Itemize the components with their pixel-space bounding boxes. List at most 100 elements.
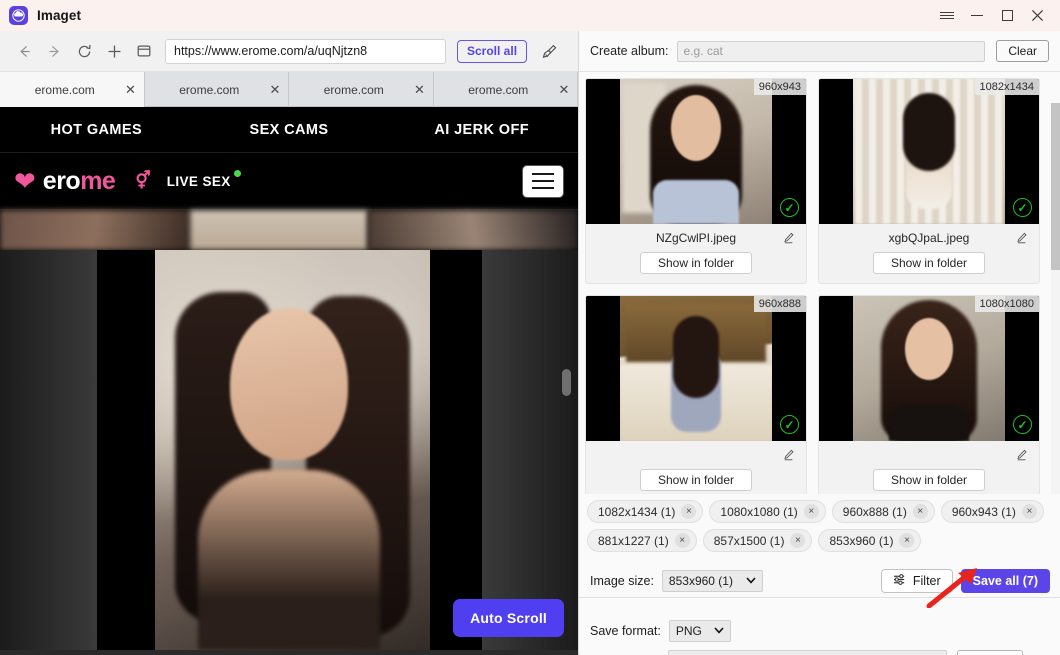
live-status-dot [233, 169, 241, 177]
browser-window-icon[interactable] [129, 36, 159, 66]
photo-gutter-right [481, 250, 578, 650]
show-in-folder-button[interactable]: Show in folder [640, 252, 752, 274]
grid-scrollbar-thumb[interactable] [1051, 103, 1060, 270]
filter-chip-label: 881x1227 (1) [598, 533, 669, 548]
check-circle-icon[interactable]: ✓ [1013, 415, 1032, 434]
image-thumbnail[interactable]: 960x943 ✓ [586, 79, 806, 224]
filter-chip-remove-icon[interactable]: × [912, 504, 928, 519]
check-circle-icon[interactable]: ✓ [780, 415, 799, 434]
strip-thumb-3 [368, 210, 578, 250]
tab-close-icon[interactable]: ✕ [551, 72, 577, 107]
tab-close-icon[interactable]: ✕ [118, 72, 144, 107]
file-location-input[interactable]: C:\Users\mobeesoft\Desktop\Imaget [668, 650, 948, 655]
image-dimensions-badge: 1080x1080 [974, 296, 1039, 312]
image-thumbnail[interactable]: 1082x1434 ✓ [819, 79, 1039, 224]
browser-tab-1[interactable]: erome.com ✕ [0, 72, 145, 107]
downloaded-images-grid[interactable]: 960x943 ✓ NZgCwlPI.jpeg Show in folder 1… [579, 72, 1060, 494]
strip-thumb-2 [190, 210, 368, 250]
broom-icon[interactable] [536, 38, 562, 64]
filter-chip-remove-icon[interactable]: × [1021, 504, 1037, 519]
save-all-button[interactable]: Save all (7) [960, 569, 1050, 593]
filter-chip[interactable]: 881x1227 (1) × [587, 529, 697, 552]
filter-chip-remove-icon[interactable]: × [674, 533, 690, 548]
filter-chip-label: 960x943 (1) [951, 504, 1016, 519]
filter-chip-remove-icon[interactable]: × [803, 504, 819, 519]
image-size-row: Image size: 853x960 (1) Filter Save all … [579, 565, 1060, 598]
create-album-label: Create album: [590, 44, 669, 58]
save-format-value: PNG [675, 624, 702, 638]
panel-resize-handle[interactable] [562, 369, 571, 396]
reload-icon[interactable] [69, 36, 99, 66]
filter-chip-label: 960x888 (1) [842, 504, 907, 519]
filter-chip-label: 1082x1434 (1) [598, 504, 676, 519]
maximize-icon[interactable] [992, 0, 1022, 31]
filter-chip[interactable]: 960x943 (1) × [940, 500, 1044, 523]
web-page-viewport[interactable]: HOT GAMES SEX CAMS AI JERK OFF ❤ erome ⚥… [0, 107, 578, 655]
image-size-select[interactable]: 853x960 (1) [661, 570, 763, 592]
browser-tab-2[interactable]: erome.com ✕ [145, 72, 289, 107]
show-in-folder-button[interactable]: Show in folder [640, 469, 752, 491]
plus-icon[interactable] [99, 36, 129, 66]
site-navigation-bar: ❤ erome ⚥ LIVE SEX [0, 153, 578, 210]
image-dimensions-badge: 960x888 [753, 296, 806, 312]
browser-tab-3[interactable]: erome.com ✕ [289, 72, 434, 107]
filter-chip[interactable]: 853x960 (1) × [818, 529, 922, 552]
filter-chip[interactable]: 1080x1080 (1) × [709, 500, 826, 523]
image-card-meta [819, 441, 1039, 469]
save-format-label: Save format: [590, 624, 661, 638]
check-circle-icon[interactable]: ✓ [780, 198, 799, 217]
pencil-icon[interactable] [783, 448, 795, 466]
auto-scroll-button[interactable]: Auto Scroll [453, 599, 564, 637]
image-card[interactable]: 1080x1080 ✓ Show in folder [818, 295, 1040, 494]
check-circle-icon[interactable]: ✓ [1013, 198, 1032, 217]
hamburger-menu-icon[interactable] [932, 0, 962, 31]
save-format-row: Save format: PNG [579, 616, 1060, 646]
filter-button-label: Filter [912, 574, 941, 588]
show-in-folder-button[interactable]: Show in folder [873, 469, 985, 491]
promo-link-hot-games[interactable]: HOT GAMES [0, 122, 193, 138]
address-bar[interactable]: https://www.erome.com/a/uqNjtzn8 [165, 38, 446, 64]
filter-chip-remove-icon[interactable]: × [681, 504, 697, 519]
image-card[interactable]: 1082x1434 ✓ xgbQJpaL.jpeg Show in folder [818, 78, 1040, 284]
show-in-folder-button[interactable]: Show in folder [873, 252, 985, 274]
create-album-input[interactable]: e.g. cat [676, 40, 986, 62]
forward-arrow-icon[interactable] [39, 36, 69, 66]
photo-gutter-left [0, 250, 97, 650]
pencil-icon[interactable] [1016, 448, 1028, 466]
browser-tab-4[interactable]: erome.com ✕ [434, 72, 578, 107]
change-location-button[interactable]: Change [957, 650, 1023, 655]
chevron-down-icon [746, 576, 756, 587]
promo-link-sex-cams[interactable]: SEX CAMS [193, 122, 386, 138]
site-logo-ero: ero [42, 166, 81, 195]
tab-title: erome.com [179, 82, 240, 97]
filter-chip[interactable]: 960x888 (1) × [831, 500, 935, 523]
minimize-icon[interactable] [962, 0, 992, 31]
filter-chip[interactable]: 1082x1434 (1) × [587, 500, 704, 523]
site-hamburger-menu-icon[interactable] [522, 164, 564, 198]
filter-button[interactable]: Filter [880, 569, 953, 593]
image-card-meta: NZgCwlPI.jpeg [586, 224, 806, 252]
filter-chip-remove-icon[interactable]: × [899, 533, 915, 548]
live-sex-link[interactable]: LIVE SEX [167, 169, 241, 189]
image-size-value: 853x960 (1) [668, 574, 733, 588]
site-logo[interactable]: erome [42, 166, 116, 195]
tab-title: erome.com [468, 82, 529, 97]
tab-close-icon[interactable]: ✕ [407, 72, 433, 107]
image-card[interactable]: 960x943 ✓ NZgCwlPI.jpeg Show in folder [585, 78, 807, 284]
scroll-all-button[interactable]: Scroll all [457, 39, 528, 63]
save-format-select[interactable]: PNG [668, 620, 731, 642]
back-arrow-icon[interactable] [9, 36, 39, 66]
image-thumbnail[interactable]: 1080x1080 ✓ [819, 296, 1039, 441]
image-thumbnail[interactable]: 960x888 ✓ [586, 296, 806, 441]
image-card-meta: xgbQJpaL.jpeg [819, 224, 1039, 252]
tab-close-icon[interactable]: ✕ [262, 72, 288, 107]
image-card[interactable]: 960x888 ✓ Show in folder [585, 295, 807, 494]
clear-button[interactable]: Clear [996, 40, 1049, 62]
promo-link-ai-jerk-off[interactable]: AI JERK OFF [385, 122, 578, 138]
filter-chip-remove-icon[interactable]: × [790, 533, 806, 548]
pencil-icon[interactable] [783, 231, 795, 249]
pencil-icon[interactable] [1016, 231, 1028, 249]
close-icon[interactable] [1022, 0, 1052, 31]
filter-chip[interactable]: 857x1500 (1) × [702, 529, 813, 552]
url-text: https://www.erome.com/a/uqNjtzn8 [174, 44, 368, 58]
